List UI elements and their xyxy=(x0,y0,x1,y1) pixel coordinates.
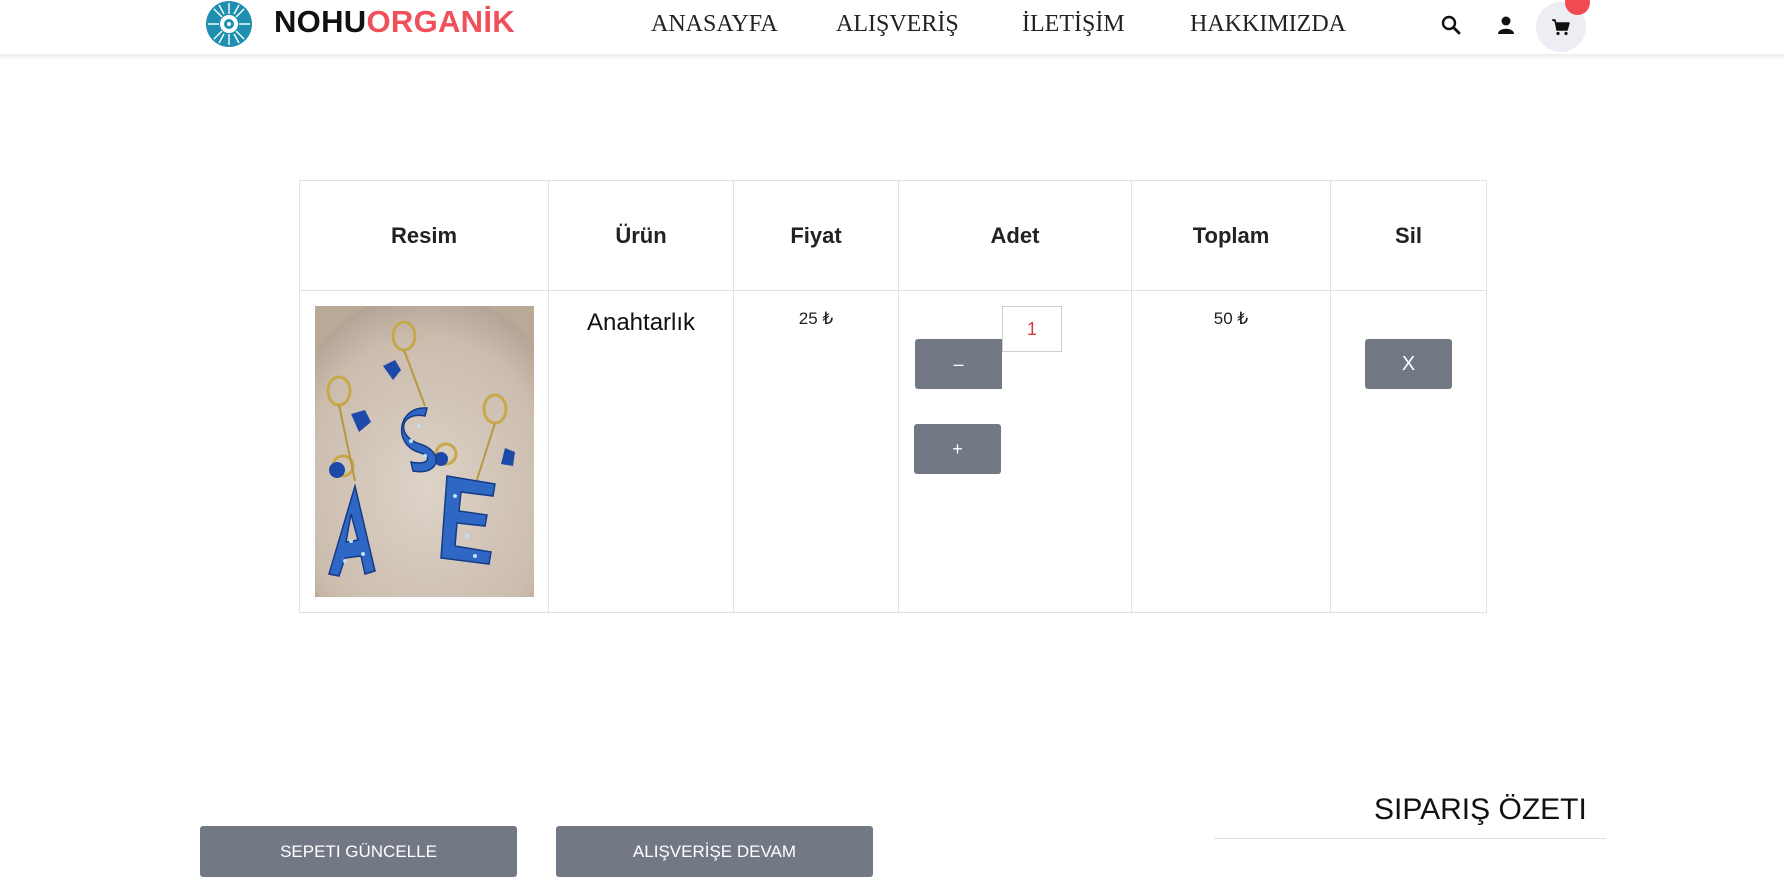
search-icon[interactable] xyxy=(1440,14,1462,36)
column-header-price: Fiyat xyxy=(733,180,899,291)
nav-home[interactable]: ANASAYFA xyxy=(651,11,778,38)
cart-icon xyxy=(1552,19,1570,36)
continue-shopping-button[interactable]: ALIŞVERİŞE DEVAM xyxy=(556,826,873,877)
keychain-product-photo xyxy=(315,306,534,597)
unit-price: 25 ₺ xyxy=(798,309,834,328)
column-header-delete: Sil xyxy=(1330,180,1487,291)
summary-divider xyxy=(1214,838,1606,839)
nav-shop[interactable]: ALIŞVERİŞ xyxy=(836,11,959,38)
cell-product: Anahtarlık xyxy=(548,290,734,613)
column-header-product: Ürün xyxy=(548,180,734,291)
line-total: 50 ₺ xyxy=(1213,309,1249,328)
cell-price: 25 ₺ xyxy=(733,290,899,613)
order-summary-title: SIPARIŞ ÖZETI xyxy=(1374,793,1587,826)
nav-about[interactable]: HAKKIMIZDA xyxy=(1190,11,1346,38)
cell-image xyxy=(299,290,549,613)
cart-table: Resim Ürün Fiyat Adet Toplam Sil Anahtar… xyxy=(299,180,1487,613)
brand-name-part2: ORGANİK xyxy=(366,4,515,39)
user-icon[interactable] xyxy=(1495,14,1517,36)
quantity-decrement-button[interactable]: – xyxy=(915,339,1002,389)
quantity-increment-button[interactable]: + xyxy=(914,424,1001,474)
cell-total: 50 ₺ xyxy=(1131,290,1331,613)
column-header-image: Resim xyxy=(299,180,549,291)
brand-logo-text[interactable]: NOHUORGANİK xyxy=(274,4,515,40)
quantity-input[interactable] xyxy=(1002,306,1062,352)
table-row: Anahtarlık 25 ₺ – + 50 ₺ X xyxy=(299,290,1487,613)
cell-delete: X xyxy=(1330,290,1487,613)
product-name[interactable]: Anahtarlık xyxy=(549,309,733,337)
column-header-quantity: Adet xyxy=(898,180,1132,291)
product-image[interactable] xyxy=(315,306,534,597)
remove-item-button[interactable]: X xyxy=(1365,339,1452,389)
table-header-row: Resim Ürün Fiyat Adet Toplam Sil xyxy=(299,180,1487,291)
column-header-total: Toplam xyxy=(1131,180,1331,291)
nav-contact[interactable]: İLETİŞİM xyxy=(1022,11,1125,38)
site-header: NOHUORGANİK ANASAYFA ALIŞVERİŞ İLETİŞİM … xyxy=(0,0,1784,54)
brand-name-part1: NOHU xyxy=(274,4,367,39)
logo-icon[interactable] xyxy=(205,0,253,48)
cell-quantity: – + xyxy=(898,290,1132,613)
update-cart-button[interactable]: SEPETI GÜNCELLE xyxy=(200,826,517,877)
